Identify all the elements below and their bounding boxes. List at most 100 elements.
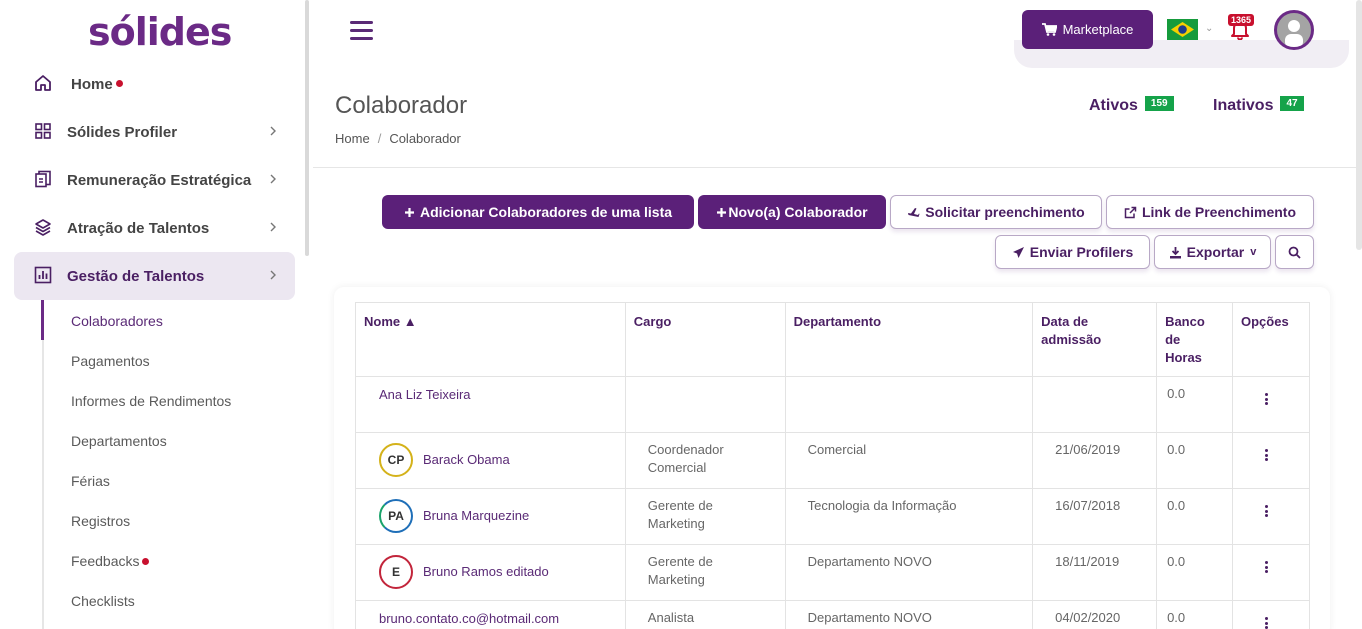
name-cell: CP Barack Obama <box>355 432 626 489</box>
sidebar-item-label: Gestão de Talentos <box>67 267 205 285</box>
header-line: Data de <box>1041 314 1089 329</box>
colaborador-name-link[interactable]: Bruno Ramos editado <box>423 563 549 581</box>
hamburger-line <box>350 37 373 40</box>
sidebar-item-atracao[interactable]: Atração de Talentos <box>14 204 295 252</box>
column-header-banco-horas[interactable]: Banco de Horas <box>1156 302 1233 377</box>
name-cell: Ana Liz Teixeira <box>355 376 626 433</box>
inativos-count-badge: 47 <box>1280 96 1304 112</box>
sidebar-item-label: Home <box>71 75 113 93</box>
subitem-colaboradores[interactable]: Colaboradores <box>71 313 163 329</box>
subitem-registros[interactable]: Registros <box>71 513 130 529</box>
initials-avatar: E <box>379 555 413 589</box>
request-fill-button[interactable]: Solicitar preenchimento <box>890 195 1102 229</box>
departamento-cell <box>784 376 1034 433</box>
column-header-nome[interactable]: Nome ▲ <box>355 302 626 377</box>
initials-avatar: PA <box>379 499 413 533</box>
subitem-informes[interactable]: Informes de Rendimentos <box>71 393 231 409</box>
kebab-menu-icon[interactable] <box>1264 561 1269 575</box>
cargo-text: Marketing <box>647 516 705 531</box>
admissao-cell: 18/11/2019 <box>1032 544 1158 601</box>
request-fill-label: Solicitar preenchimento <box>925 204 1085 220</box>
sidebar-item-solides-profiler[interactable]: Sólides Profiler <box>14 108 295 156</box>
hamburger-line <box>350 21 373 24</box>
column-header-cargo[interactable]: Cargo <box>624 302 786 377</box>
page-title: Colaborador <box>335 92 468 119</box>
breadcrumb-current: Colaborador <box>389 131 461 146</box>
chevron-right-icon <box>270 222 276 232</box>
home-icon <box>35 75 51 91</box>
column-header-admissao[interactable]: Data de admissão <box>1032 302 1158 377</box>
admissao-cell: 04/02/2020 <box>1032 600 1158 629</box>
subitem-feedbacks[interactable]: Feedbacks <box>71 553 150 569</box>
subitem-pagamentos[interactable]: Pagamentos <box>71 353 150 369</box>
chart-icon <box>34 266 52 284</box>
cart-icon <box>1041 23 1057 36</box>
flag-diamond <box>1171 22 1194 37</box>
marketplace-label: Marketplace <box>1062 22 1134 37</box>
sidebar-item-label: Sólides Profiler <box>67 123 178 141</box>
sidebar-item-label: Atração de Talentos <box>67 219 210 237</box>
language-caret-icon[interactable]: ⌄ <box>1205 23 1213 34</box>
chevron-right-icon <box>270 174 276 184</box>
fill-link-button[interactable]: Link de Preenchimento <box>1106 195 1314 229</box>
initials-avatar: CP <box>379 443 413 477</box>
breadcrumb-home[interactable]: Home <box>335 131 370 146</box>
solides-logo[interactable]: sólides <box>88 10 232 54</box>
menu-toggle-button[interactable] <box>350 21 373 40</box>
grid-icon <box>35 123 51 139</box>
admissao-cell: 21/06/2019 <box>1032 432 1158 489</box>
colaborador-name-link[interactable]: Barack Obama <box>423 451 510 469</box>
table-row: Ana Liz Teixeira 0.0 <box>355 376 1311 433</box>
sidebar: sólides Home Sólides Profiler Remuneraçã… <box>0 0 308 629</box>
export-label: Exportar <box>1186 244 1245 260</box>
sidebar-item-home[interactable]: Home <box>14 60 295 108</box>
page-scrollbar[interactable] <box>1356 0 1362 250</box>
admissao-cell <box>1032 376 1158 433</box>
cargo-text: Analista <box>647 610 695 625</box>
inativos-label: Inativos <box>1213 97 1274 114</box>
send-icon <box>1012 246 1024 258</box>
plus-icon <box>717 207 727 217</box>
submenu-line <box>42 300 44 629</box>
add-from-list-label: Adicionar Colaboradores de uma lista <box>419 204 673 220</box>
subitem-departamentos[interactable]: Departamentos <box>71 433 167 449</box>
sidebar-item-gestao[interactable]: Gestão de Talentos <box>14 252 295 300</box>
sidebar-item-remuneracao[interactable]: Remuneração Estratégica <box>14 156 295 204</box>
add-from-list-button[interactable]: Adicionar Colaboradores de uma lista <box>382 195 694 229</box>
name-cell: PA Bruna Marquezine <box>355 488 626 545</box>
sidebar-scrollbar[interactable] <box>305 0 309 256</box>
submenu-active-indicator <box>41 300 44 340</box>
ativos-filter[interactable]: Ativos 159 <box>1089 96 1174 115</box>
colaborador-name-link[interactable]: bruno.contato.co@hotmail.com <box>379 611 559 626</box>
header-divider <box>313 167 1356 168</box>
options-cell <box>1231 600 1311 629</box>
column-header-departamento[interactable]: Departamento <box>784 302 1034 377</box>
subitem-checklists[interactable]: Checklists <box>71 593 135 609</box>
colaborador-name-link[interactable]: Ana Liz Teixeira <box>379 387 471 402</box>
user-avatar[interactable] <box>1274 10 1314 50</box>
ativos-label: Ativos <box>1089 97 1138 114</box>
plus-icon <box>404 207 414 217</box>
cargo-text: Gerente de <box>647 498 713 513</box>
marketplace-button[interactable]: Marketplace <box>1022 10 1153 49</box>
kebab-menu-icon[interactable] <box>1264 617 1269 629</box>
download-icon <box>1169 246 1181 258</box>
table-row: bruno.contato.co@hotmail.com Analista De… <box>355 600 1311 629</box>
options-cell <box>1231 488 1311 545</box>
search-button[interactable] <box>1275 235 1314 269</box>
brazil-flag-icon[interactable] <box>1167 19 1198 40</box>
options-cell <box>1231 376 1311 433</box>
send-profilers-button[interactable]: Enviar Profilers <box>995 235 1150 269</box>
kebab-menu-icon[interactable] <box>1264 505 1269 519</box>
export-dropdown-button[interactable]: Exportar v <box>1154 235 1271 269</box>
subitem-ferias[interactable]: Férias <box>71 473 110 489</box>
chevron-right-icon <box>270 270 276 280</box>
plane-icon <box>908 207 920 217</box>
kebab-menu-icon[interactable] <box>1264 393 1269 407</box>
document-money-icon <box>35 170 51 188</box>
new-colaborador-button[interactable]: Novo(a) Colaborador <box>698 195 886 229</box>
hamburger-line <box>350 29 373 32</box>
kebab-menu-icon[interactable] <box>1264 449 1269 463</box>
inativos-filter[interactable]: Inativos 47 <box>1213 96 1304 115</box>
colaborador-name-link[interactable]: Bruna Marquezine <box>423 507 529 525</box>
